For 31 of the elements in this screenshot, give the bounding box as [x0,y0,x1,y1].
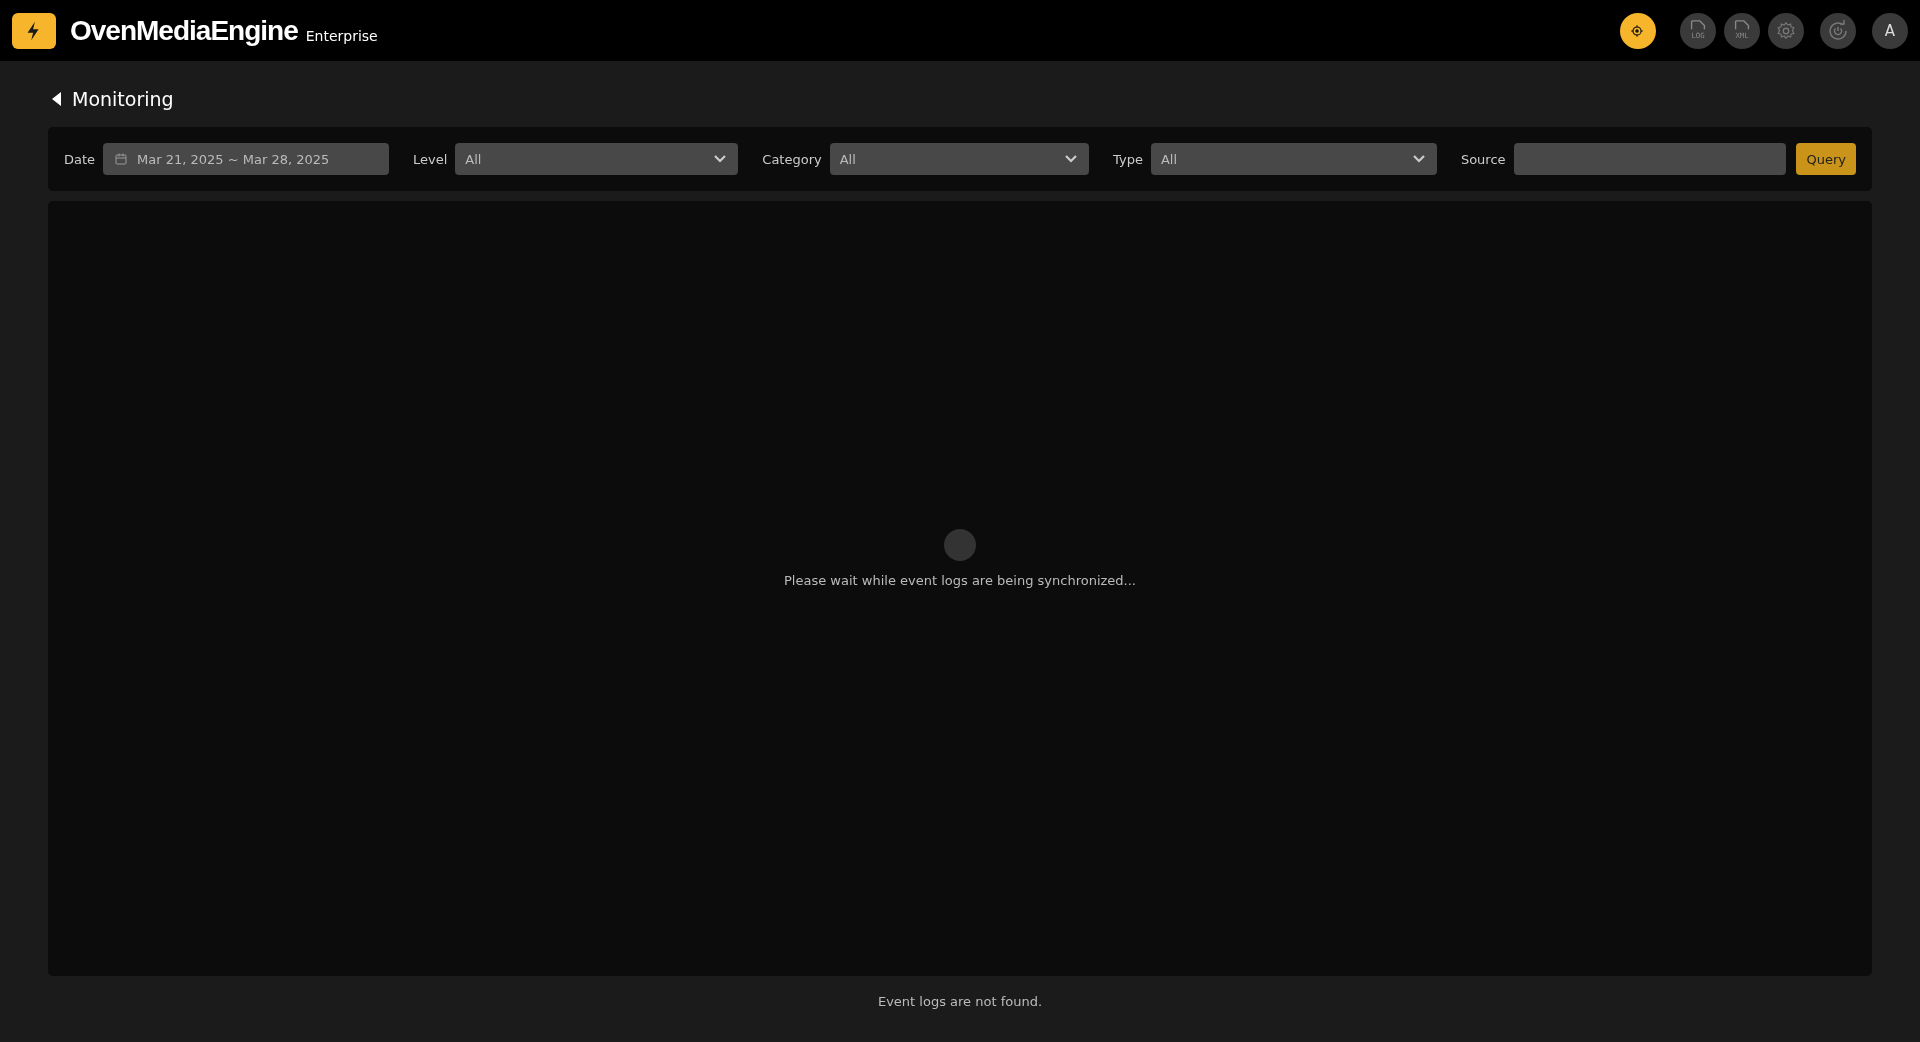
brand-name: OvenMediaEngine [70,14,298,47]
empty-message: Event logs are not found. [876,994,1044,1009]
logo-icon[interactable] [12,12,56,49]
calendar-icon [115,153,128,165]
loading-message: Please wait while event logs are being synchronized... [784,573,1136,588]
loading-spinner [944,529,976,561]
filter-label: Date [64,151,96,167]
chevron-down-icon [1065,155,1077,163]
avatar-button[interactable]: A [1872,12,1908,49]
filter-label: Level [412,151,448,167]
date-range-field[interactable]: Mar 21, 2025 ~ Mar 28, 2025 [103,143,389,175]
edition-label: Enterprise [305,27,378,44]
back-icon[interactable] [52,92,62,106]
file-button[interactable]: XML [1724,12,1760,49]
target-button[interactable] [1620,12,1656,49]
filter-label: Source [1460,151,1506,167]
settings-icon [1775,19,1797,42]
filter-label: Type [1113,151,1143,167]
power-button[interactable] [1820,12,1856,49]
dropdown[interactable]: All [1150,143,1437,175]
source-input[interactable] [1513,143,1787,175]
dropdown[interactable]: All [455,143,739,175]
query-button[interactable]: Query [1796,143,1856,175]
filter-label: Category [762,151,822,167]
page-title: Monitoring [72,88,174,110]
chevron-down-icon [714,155,727,163]
settings-button[interactable] [1768,12,1804,49]
dropdown[interactable]: All [829,143,1089,175]
file-button[interactable]: LOG [1680,12,1716,49]
chevron-down-icon [1412,155,1425,163]
power-refresh-icon [1826,18,1850,43]
